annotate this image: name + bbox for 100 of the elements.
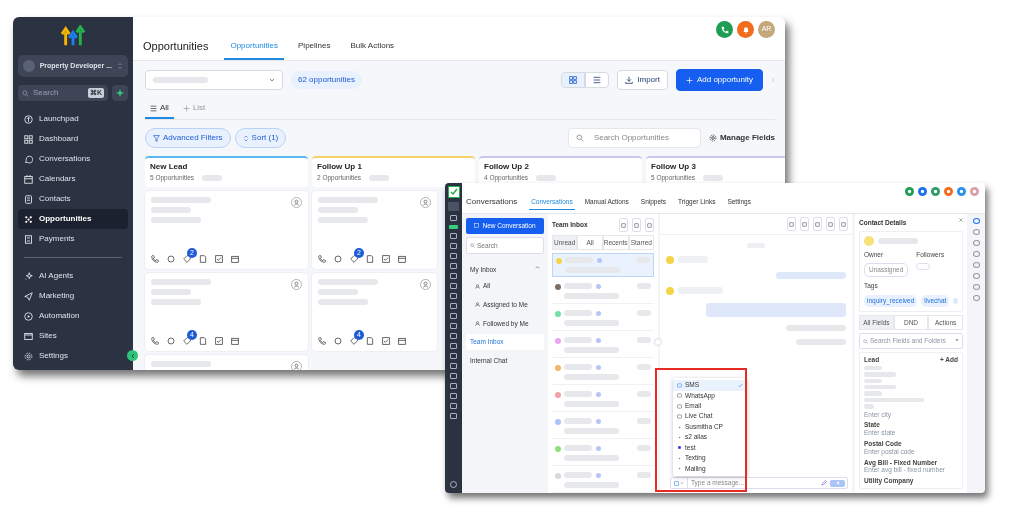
blurred-text (596, 391, 601, 397)
document-icon[interactable] (366, 337, 374, 345)
user-icon[interactable] (291, 197, 302, 208)
sidebar-item[interactable]: Opportunities (18, 209, 128, 229)
bell-button[interactable] (944, 187, 953, 196)
collapse-button[interactable] (127, 350, 138, 361)
document-icon[interactable] (199, 337, 207, 345)
message-bubble (776, 271, 846, 279)
blurred-text (564, 418, 592, 425)
blurred-text (151, 299, 201, 305)
filter-icon (634, 222, 639, 228)
phone-icon[interactable] (151, 337, 159, 345)
tab[interactable]: Pipelines (292, 36, 337, 60)
blurred-text (564, 347, 619, 354)
calendar-icon[interactable] (231, 337, 239, 345)
calendar-icon[interactable] (231, 255, 239, 263)
checkbox-icon[interactable] (215, 337, 223, 345)
chat-icon[interactable] (167, 337, 175, 345)
settings-item[interactable]: Settings (18, 346, 128, 366)
user-icon[interactable] (291, 361, 302, 370)
tag-icon[interactable] (350, 337, 358, 345)
view-tab[interactable]: All (145, 99, 174, 119)
checkbox-icon[interactable] (215, 255, 223, 263)
sidebar-item[interactable]: Launchpad (18, 109, 128, 129)
sidebar-item[interactable]: Conversations (18, 149, 128, 169)
dot-icon (677, 434, 682, 440)
phone-button[interactable] (716, 21, 733, 38)
chat-icon[interactable] (334, 337, 342, 345)
blurred-text (564, 337, 592, 344)
checkbox-icon[interactable] (382, 337, 390, 345)
tag-icon[interactable] (183, 255, 191, 263)
check-icon (738, 382, 743, 388)
tag-icon[interactable] (183, 337, 191, 345)
blurred-text (151, 279, 211, 285)
search-icon (575, 134, 584, 142)
document-icon[interactable] (199, 255, 207, 263)
notification-button[interactable] (737, 21, 754, 38)
chevron-icon (269, 77, 275, 83)
sidebar-item[interactable]: Automation (18, 306, 128, 326)
phone-button[interactable] (905, 187, 914, 196)
phone-icon[interactable] (318, 337, 326, 345)
chevron-icon[interactable] (535, 265, 540, 271)
manage-fields-button[interactable]: Manage Fields (708, 132, 775, 144)
toolbar-button[interactable] (800, 216, 809, 231)
user-icon[interactable] (420, 279, 431, 290)
blurred-text (564, 428, 619, 435)
sort-button[interactable]: Sort (1) (234, 128, 287, 148)
blurred-text (318, 207, 358, 213)
phone-icon[interactable] (318, 255, 326, 263)
filter-button[interactable]: Advanced Filters (145, 128, 231, 148)
megaphone-button[interactable] (931, 187, 940, 196)
toolbar-button[interactable] (645, 217, 654, 232)
add-opportunity-button[interactable]: Add opportunity (675, 69, 763, 91)
blurred-text (564, 482, 619, 489)
blurred-text (637, 337, 651, 344)
toolbar-button[interactable] (619, 217, 628, 232)
sidebar-item[interactable]: Marketing (18, 286, 128, 306)
sort-icon (242, 134, 249, 142)
toolbar-button[interactable] (632, 217, 641, 232)
checkbox-icon[interactable] (382, 255, 390, 263)
tab[interactable]: Bulk Actions (344, 36, 401, 60)
import-button[interactable]: Import (617, 70, 668, 90)
sidebar-item[interactable]: Payments (18, 229, 128, 249)
blurred-text (369, 174, 390, 181)
sidebar-item[interactable]: Calendars (18, 169, 128, 189)
tab[interactable]: Opportunities (224, 36, 285, 60)
search-field[interactable]: Search Opportunities (567, 128, 701, 148)
blurred-text (151, 289, 191, 295)
chat-icon[interactable] (334, 255, 342, 263)
sidebar-item[interactable]: Sites (18, 326, 128, 346)
sidebar-item[interactable]: Contacts (18, 189, 128, 209)
document-icon[interactable] (366, 255, 374, 263)
blurred-text (596, 364, 601, 370)
blurred-text (597, 257, 602, 263)
sparkle-button[interactable] (112, 85, 128, 101)
phone-icon[interactable] (151, 255, 159, 263)
toolbar-button[interactable] (826, 216, 835, 231)
sidebar-item[interactable]: Dashboard (18, 129, 128, 149)
blurred-text (596, 283, 601, 289)
blurred-text (878, 237, 918, 244)
contact-avatar (864, 235, 874, 246)
mail-button[interactable] (970, 187, 979, 196)
tag-icon[interactable] (350, 255, 358, 263)
blurred-text (637, 445, 651, 452)
toolbar-button[interactable] (787, 216, 796, 231)
calendar-icon[interactable] (398, 255, 406, 263)
chat-icon[interactable] (167, 255, 175, 263)
link-button[interactable] (918, 187, 927, 196)
list-view-button[interactable] (585, 72, 610, 88)
sidebar-item[interactable]: AI Agents (18, 266, 128, 286)
toolbar-button[interactable] (839, 216, 848, 231)
user-icon[interactable] (291, 279, 302, 290)
help-button[interactable] (957, 187, 966, 196)
inbox-icon (475, 283, 480, 289)
calendar-icon[interactable] (398, 337, 406, 345)
toolbar-button[interactable] (813, 216, 822, 231)
user-icon[interactable] (420, 197, 431, 208)
blurred-text (564, 283, 592, 290)
grid-view-button[interactable] (561, 72, 586, 88)
close-icon[interactable] (959, 217, 963, 222)
